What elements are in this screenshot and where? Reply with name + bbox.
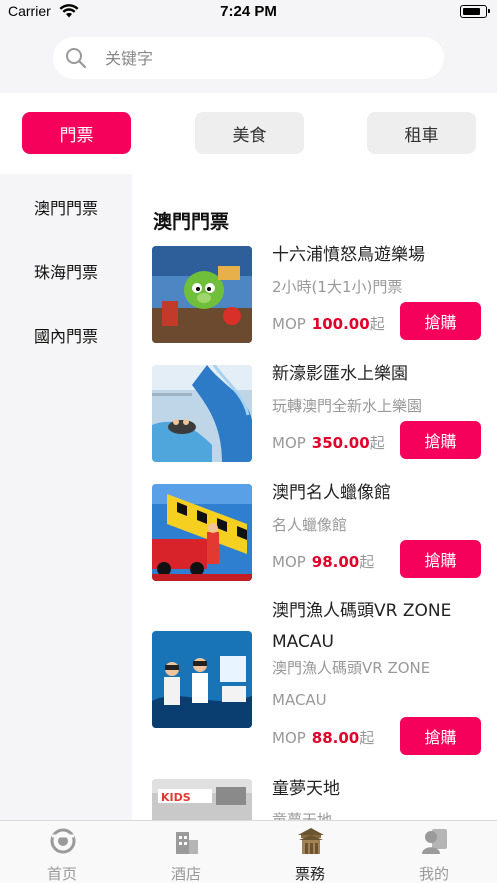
- item-price: MOP 98.00起: [272, 551, 374, 572]
- item-title: 童夢天地: [272, 779, 340, 799]
- vr-zone-image: [152, 631, 252, 728]
- tab-tickets[interactable]: 門票: [22, 112, 131, 154]
- item-thumbnail[interactable]: [152, 484, 252, 581]
- tab-home[interactable]: 首页: [0, 821, 124, 883]
- profile-icon: [422, 829, 447, 854]
- price-suffix: 起: [369, 434, 385, 452]
- item-thumbnail[interactable]: KIDS: [152, 779, 252, 820]
- wax-museum-image: [152, 484, 252, 581]
- price-currency: MOP: [272, 315, 306, 333]
- item-subtitle: 名人蠟像館: [272, 516, 348, 534]
- item-thumbnail[interactable]: [152, 365, 252, 462]
- search-bar-area: [0, 24, 497, 93]
- item-price: MOP 350.00起: [272, 432, 385, 453]
- ticket-list: 澳門門票 十六浦憤怒鳥遊樂場 2小時(1大1小)門票 MOP 100.00起 搶…: [132, 174, 497, 820]
- status-time: 7:24 PM: [220, 3, 277, 20]
- price-suffix: 起: [359, 729, 375, 747]
- price-currency: MOP: [272, 434, 306, 452]
- water-park-image: [152, 365, 252, 462]
- search-box[interactable]: [53, 37, 444, 79]
- item-title: 新濠影匯水上樂園: [272, 364, 408, 384]
- kids-sign-text: KIDS: [161, 791, 191, 804]
- item-subtitle: 玩轉澳門全新水上樂園: [272, 397, 423, 415]
- angry-birds-park-image: [152, 246, 252, 343]
- tab-hotel-label: 酒店: [170, 865, 201, 883]
- price-currency: MOP: [272, 553, 306, 571]
- price-suffix: 起: [359, 553, 375, 571]
- price-currency: MOP: [272, 729, 306, 747]
- search-icon: [66, 48, 87, 69]
- item-thumbnail[interactable]: [152, 246, 252, 343]
- battery-icon: [460, 5, 490, 18]
- status-bar: Carrier 7:24 PM: [0, 0, 497, 24]
- search-input[interactable]: [105, 37, 425, 79]
- tab-tickets-label: 票務: [294, 865, 325, 883]
- tab-hotel[interactable]: 酒店: [124, 821, 248, 883]
- price-value: 100.00: [311, 315, 370, 333]
- category-tabs: 門票 美食 租車: [0, 93, 497, 174]
- item-title: 澳門漁人碼頭VR ZONE MACAU: [272, 601, 452, 652]
- price-value: 350.00: [311, 434, 370, 452]
- item-title: 澳門名人蠟像館: [272, 483, 391, 503]
- price-value: 88.00: [311, 729, 360, 747]
- buy-button[interactable]: 搶購: [400, 540, 481, 578]
- item-title: 十六浦憤怒鳥遊樂場: [272, 245, 425, 265]
- item-price: MOP 100.00起: [272, 313, 385, 334]
- tab-food[interactable]: 美食: [195, 112, 304, 154]
- tab-tickets[interactable]: 票務: [248, 821, 372, 883]
- ticket-temple-icon: [298, 828, 324, 854]
- item-subtitle: 童夢天地: [272, 811, 333, 820]
- home-eye-icon: [50, 828, 76, 854]
- tab-profile-label: 我的: [418, 865, 449, 883]
- tab-car-rental[interactable]: 租車: [367, 112, 476, 154]
- item-thumbnail[interactable]: [152, 631, 252, 728]
- item-subtitle: 2小時(1大1小)門票: [272, 278, 403, 296]
- price-value: 98.00: [311, 553, 360, 571]
- tab-profile[interactable]: 我的: [372, 821, 496, 883]
- section-title: 澳門門票: [153, 211, 230, 233]
- buy-button[interactable]: 搶購: [400, 717, 481, 755]
- region-sidebar: 澳門門票 珠海門票 國內門票: [0, 174, 132, 820]
- buy-button[interactable]: 搶購: [400, 421, 481, 459]
- price-suffix: 起: [369, 315, 385, 333]
- bottom-tab-bar: 首页 酒店 票務 我的: [0, 820, 497, 883]
- kids-park-image: KIDS: [152, 779, 252, 820]
- item-subtitle: 澳門漁人碼頭VR ZONE MACAU: [272, 659, 431, 709]
- buy-button[interactable]: 搶購: [400, 302, 481, 340]
- tab-home-label: 首页: [46, 865, 77, 883]
- sidebar-item-domestic-tickets[interactable]: 國內門票: [0, 303, 132, 367]
- sidebar-item-zhuhai-tickets[interactable]: 珠海門票: [0, 239, 132, 303]
- item-price: MOP 88.00起: [272, 727, 374, 748]
- sidebar-item-macau-tickets[interactable]: 澳門門票: [0, 175, 132, 239]
- hotel-building-icon: [176, 832, 198, 854]
